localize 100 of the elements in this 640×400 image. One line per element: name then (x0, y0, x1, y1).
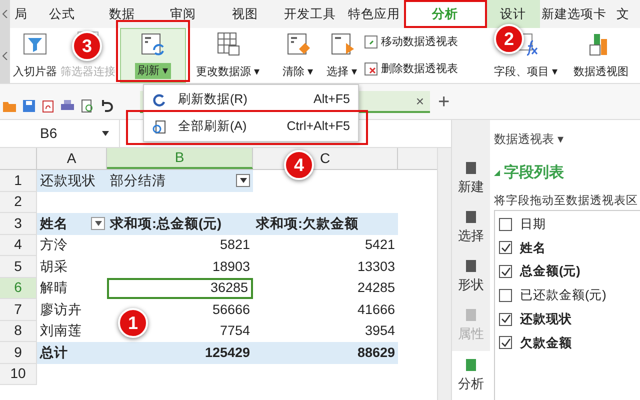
checkbox[interactable] (499, 241, 512, 254)
section-title: 字段列表 (504, 163, 564, 183)
undo-icon[interactable] (99, 99, 113, 113)
preview-icon[interactable] (80, 99, 94, 113)
row-header[interactable]: 2 (0, 192, 37, 213)
table-cell-text: 36285 (210, 279, 248, 298)
table-cell-text: 解晴 (40, 279, 68, 298)
row-header[interactable]: 10 (0, 364, 37, 385)
dropdown-button[interactable] (91, 217, 105, 230)
table-cell-text: 13303 (357, 258, 395, 276)
ribbon-small-button[interactable]: 删除数据透视表 (364, 61, 474, 78)
row-header[interactable]: 3 (0, 213, 37, 234)
field-label: 总金额(元) (520, 263, 580, 280)
close-tab-button[interactable]: × (416, 90, 424, 112)
row-header[interactable]: 4 (0, 234, 37, 256)
row-header[interactable]: 8 (0, 320, 37, 342)
checkbox[interactable] (499, 265, 512, 278)
checkbox[interactable] (499, 288, 512, 302)
side-tool-button[interactable]: 分析 (452, 350, 490, 400)
printer-icon[interactable] (60, 99, 75, 113)
menu-tab[interactable]: 公式 (32, 0, 92, 28)
tool-icon (464, 308, 478, 322)
table-cell-text: 41666 (357, 300, 395, 319)
row-header[interactable]: 9 (0, 342, 37, 364)
ribbon-button[interactable]: 清除 ▾ (276, 28, 320, 83)
tool-icon (464, 259, 478, 274)
filter-icon (240, 178, 246, 184)
table-cell-text: 125429 (204, 344, 250, 362)
table-cell-text: 88629 (357, 344, 395, 362)
menu-item[interactable]: 刷新数据(R) Alt+F5 (144, 86, 358, 113)
table-cell-text: 部分结清 (110, 172, 166, 190)
table-cell-text: 求和项:欠款金额 (256, 214, 358, 233)
row-header[interactable]: 1 (0, 170, 37, 192)
table-cell-text: 刘南莲 (40, 322, 82, 340)
side-tool-button[interactable]: 形状 (452, 252, 490, 302)
table-cell-text: 5421 (364, 236, 395, 254)
side-tool-button[interactable]: 新建 (452, 154, 490, 204)
menu-tab[interactable]: 文 (608, 0, 638, 28)
table-cell-text: 总计 (40, 344, 68, 362)
dropdown-icon[interactable] (102, 131, 109, 136)
table-cell-text: 3954 (364, 322, 395, 340)
table-cell-text: 廖访卉 (40, 300, 82, 319)
ribbon-button[interactable]: 更改数据源 ▾ (190, 28, 266, 83)
table-cell-text: 7754 (220, 322, 250, 340)
cell-cursor[interactable]: 36285 (107, 278, 253, 299)
field-label: 还款现状 (520, 310, 572, 328)
table-cell-text: 还款现状 (40, 172, 96, 190)
side-tool-button[interactable]: 选择 (452, 203, 490, 252)
collapse-icon[interactable] (494, 170, 500, 176)
row-header[interactable]: 5 (0, 256, 37, 278)
ribbon-button[interactable]: 数据透视图 (566, 28, 636, 83)
menu-tab[interactable]: 审阅 (152, 0, 214, 28)
field-label: 日期 (520, 216, 546, 233)
checkbox[interactable] (499, 218, 512, 231)
menu-tab[interactable]: 数据 (92, 0, 152, 28)
checkbox[interactable] (499, 336, 512, 350)
funnel-icon (22, 31, 48, 57)
save-icon[interactable] (22, 99, 36, 113)
menu-tab[interactable]: 新建选项卡 (540, 0, 608, 28)
refresh-page-icon (152, 120, 166, 134)
step-badge: 1 (118, 308, 148, 338)
select-icon (329, 31, 355, 57)
new-tab-button[interactable]: + (438, 91, 450, 113)
menu-item[interactable]: 全部刷新(A) Ctrl+Alt+F5 (144, 113, 358, 140)
row-header[interactable]: 6 (0, 278, 37, 299)
table-cell-text: 18903 (212, 258, 250, 276)
menu-tab[interactable]: 开发工具 (276, 0, 344, 28)
column-header[interactable]: B (107, 148, 253, 169)
caret-icon (94, 221, 102, 226)
scroll-left-icon[interactable] (2, 10, 8, 18)
menu-tab[interactable]: 设计 (486, 0, 540, 28)
ribbon-button[interactable]: 刷新 ▾ (120, 28, 186, 83)
tool-icon (464, 160, 478, 175)
table-cell-text: 姓名 (40, 214, 68, 233)
ribbon-button[interactable]: 选择 ▾ (320, 28, 364, 83)
checkbox[interactable] (499, 312, 512, 326)
ribbon-button[interactable]: 入切片器 (10, 28, 60, 83)
table-icon (364, 34, 378, 49)
step-badge: 4 (284, 150, 314, 180)
ribbon-small-button[interactable]: 移动数据透视表 (364, 34, 474, 50)
field-label: 姓名 (520, 240, 546, 256)
menu-tab[interactable]: 视图 (214, 0, 276, 28)
vertical-scrollbar[interactable] (437, 148, 451, 400)
cell-reference: B6 (39, 124, 58, 143)
filter-button[interactable] (236, 174, 250, 188)
table-cell-text: 求和项:总金额(元) (110, 214, 222, 233)
pane-title[interactable]: 数据透视表 ▾ (494, 130, 640, 148)
table-cell-text: 胡采 (40, 258, 68, 276)
tool-icon (464, 210, 478, 224)
refresh-table-icon (140, 32, 166, 58)
scroll-left-icon[interactable] (2, 52, 8, 60)
menu-tab[interactable]: 局 (10, 0, 32, 28)
row-header[interactable]: 7 (0, 299, 37, 320)
grid-icon (215, 31, 241, 57)
menu-tab[interactable]: 特色应用 (344, 0, 404, 28)
table-icon (364, 62, 378, 76)
field-label: 已还款金额(元) (520, 287, 606, 304)
export-icon[interactable] (41, 99, 55, 113)
eraser-icon (285, 31, 311, 57)
table-cell-text: 5821 (220, 236, 250, 254)
